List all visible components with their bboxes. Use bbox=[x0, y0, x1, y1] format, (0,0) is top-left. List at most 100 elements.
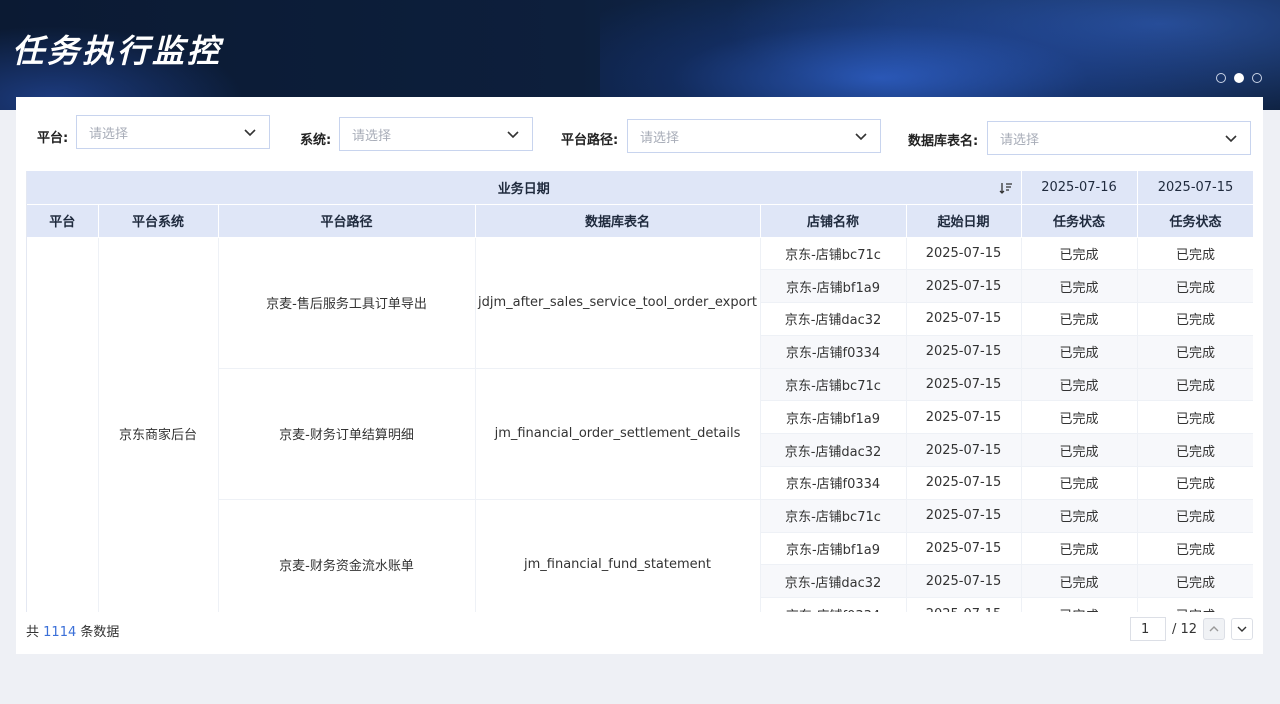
status-cell: 已完成 bbox=[1137, 237, 1253, 271]
start-date-cell: 2025-07-15 bbox=[906, 499, 1022, 533]
shop-cell: 京东-店铺bc71c bbox=[760, 499, 907, 533]
status-cell: 已完成 bbox=[1021, 400, 1138, 435]
table-name-select-placeholder: 请选择 bbox=[1000, 132, 1040, 148]
shop-cell: 京东-店铺dac32 bbox=[760, 302, 907, 336]
column-header-table-name: 数据库表名 bbox=[475, 204, 761, 238]
next-page-button[interactable] bbox=[1231, 618, 1253, 640]
business-date-label: 业务日期 bbox=[497, 181, 550, 197]
shop-cell: 京东-店铺f0334 bbox=[760, 597, 907, 612]
task-table: 业务日期 2025-07-16 2025-07-15 平台 平台系统 平台路径 … bbox=[27, 171, 1253, 612]
system-filter-label: 系统: bbox=[300, 133, 332, 148]
start-date-cell: 2025-07-15 bbox=[906, 433, 1022, 468]
status-cell: 已完成 bbox=[1021, 433, 1138, 468]
shop-cell: 京东-店铺f0334 bbox=[760, 335, 907, 369]
system-select[interactable]: 请选择 bbox=[339, 117, 533, 151]
status-cell: 已完成 bbox=[1021, 302, 1138, 336]
start-date-cell: 2025-07-15 bbox=[906, 564, 1022, 599]
shop-cell: 京东-店铺bf1a9 bbox=[760, 269, 907, 304]
table-row: 京东商家后台 京麦-售后服务工具订单导出 jdjm_after_sales_se… bbox=[27, 237, 1253, 612]
status-cell: 已完成 bbox=[1021, 237, 1138, 271]
chevron-up-icon bbox=[1209, 626, 1219, 632]
column-header-start-date: 起始日期 bbox=[906, 204, 1022, 238]
status-cell: 已完成 bbox=[1137, 302, 1253, 336]
start-date-cell: 2025-07-15 bbox=[906, 466, 1022, 500]
carousel-dot-2[interactable] bbox=[1234, 73, 1244, 83]
status-cell: 已完成 bbox=[1137, 335, 1253, 369]
column-header-path: 平台路径 bbox=[218, 204, 476, 238]
date-column-header: 2025-07-16 bbox=[1021, 171, 1138, 205]
shop-cell: 京东-店铺bf1a9 bbox=[760, 400, 907, 435]
status-cell: 已完成 bbox=[1021, 532, 1138, 566]
shop-cell: 京东-店铺bc71c bbox=[760, 237, 907, 271]
table-name-cell: jm_financial_order_settlement_details bbox=[475, 368, 761, 500]
status-cell: 已完成 bbox=[1137, 597, 1253, 612]
prev-page-button[interactable] bbox=[1203, 618, 1225, 640]
start-date-cell: 2025-07-15 bbox=[906, 597, 1022, 612]
table-name-filter-label: 数据库表名: bbox=[908, 134, 979, 149]
path-select[interactable]: 请选择 bbox=[627, 119, 881, 153]
status-cell: 已完成 bbox=[1021, 335, 1138, 369]
path-cell: 京麦-财务资金流水账单 bbox=[218, 499, 476, 612]
date-column-header: 2025-07-15 bbox=[1137, 171, 1253, 205]
start-date-cell: 2025-07-15 bbox=[906, 335, 1022, 369]
status-cell: 已完成 bbox=[1021, 269, 1138, 304]
status-cell: 已完成 bbox=[1021, 597, 1138, 612]
total-prefix: 共 bbox=[26, 625, 40, 640]
shop-cell: 京东-店铺dac32 bbox=[760, 433, 907, 468]
column-header-system: 平台系统 bbox=[98, 204, 219, 238]
status-cell: 已完成 bbox=[1137, 433, 1253, 468]
platform-cell bbox=[27, 237, 99, 612]
status-cell: 已完成 bbox=[1137, 564, 1253, 599]
table-name-select[interactable]: 请选择 bbox=[987, 121, 1251, 155]
page-number-input[interactable]: 1 bbox=[1129, 617, 1166, 641]
main-panel: 平台: 请选择 系统: 请选择 平台路径: 请选择 数据库表名: 请选择 业务日… bbox=[16, 97, 1263, 654]
status-cell: 已完成 bbox=[1021, 564, 1138, 599]
total-count: 共 1114 条数据 bbox=[26, 621, 119, 640]
task-table-container[interactable]: 业务日期 2025-07-16 2025-07-15 平台 平台系统 平台路径 … bbox=[26, 171, 1253, 612]
platform-select-placeholder: 请选择 bbox=[89, 126, 129, 142]
carousel-indicator bbox=[1216, 73, 1262, 83]
header-banner: 任务执行监控 bbox=[0, 0, 1280, 110]
status-cell: 已完成 bbox=[1137, 400, 1253, 435]
status-cell: 已完成 bbox=[1137, 532, 1253, 566]
column-header-platform: 平台 bbox=[27, 204, 99, 238]
status-cell: 已完成 bbox=[1021, 368, 1138, 402]
page-total: / 12 bbox=[1171, 621, 1197, 637]
chevron-down-icon bbox=[507, 131, 519, 139]
column-header-status: 任务状态 bbox=[1021, 204, 1138, 238]
table-name-cell: jdjm_after_sales_service_tool_order_expo… bbox=[475, 237, 761, 369]
chevron-down-icon bbox=[1225, 135, 1237, 143]
shop-cell: 京东-店铺bc71c bbox=[760, 368, 907, 402]
path-select-placeholder: 请选择 bbox=[640, 130, 680, 146]
chevron-down-icon bbox=[244, 129, 256, 137]
total-suffix: 条数据 bbox=[80, 625, 120, 640]
status-cell: 已完成 bbox=[1021, 499, 1138, 533]
shop-cell: 京东-店铺f0334 bbox=[760, 466, 907, 500]
path-cell: 京麦-售后服务工具订单导出 bbox=[218, 237, 476, 369]
pagination: 1 / 12 bbox=[1129, 617, 1253, 641]
page-title: 任务执行监控 bbox=[12, 32, 223, 70]
status-cell: 已完成 bbox=[1137, 499, 1253, 533]
carousel-dot-3[interactable] bbox=[1252, 73, 1262, 83]
banner-decoration bbox=[600, 0, 1280, 110]
total-count-number: 1114 bbox=[43, 625, 77, 640]
status-cell: 已完成 bbox=[1137, 269, 1253, 304]
platform-select[interactable]: 请选择 bbox=[76, 115, 270, 149]
carousel-dot-1[interactable] bbox=[1216, 73, 1226, 83]
path-filter-label: 平台路径: bbox=[561, 133, 619, 148]
shop-cell: 京东-店铺bf1a9 bbox=[760, 532, 907, 566]
sort-icon[interactable] bbox=[999, 181, 1013, 195]
path-cell: 京麦-财务订单结算明细 bbox=[218, 368, 476, 500]
start-date-cell: 2025-07-15 bbox=[906, 368, 1022, 402]
platform-filter-label: 平台: bbox=[37, 131, 69, 146]
start-date-cell: 2025-07-15 bbox=[906, 302, 1022, 336]
business-date-header: 业务日期 bbox=[27, 171, 1022, 205]
chevron-down-icon bbox=[855, 133, 867, 141]
system-select-placeholder: 请选择 bbox=[352, 128, 392, 144]
filter-bar: 平台: 请选择 系统: 请选择 平台路径: 请选择 数据库表名: 请选择 bbox=[16, 97, 1263, 167]
start-date-cell: 2025-07-15 bbox=[906, 269, 1022, 304]
column-header-status: 任务状态 bbox=[1137, 204, 1253, 238]
column-header-shop: 店铺名称 bbox=[760, 204, 907, 238]
status-cell: 已完成 bbox=[1137, 368, 1253, 402]
start-date-cell: 2025-07-15 bbox=[906, 532, 1022, 566]
